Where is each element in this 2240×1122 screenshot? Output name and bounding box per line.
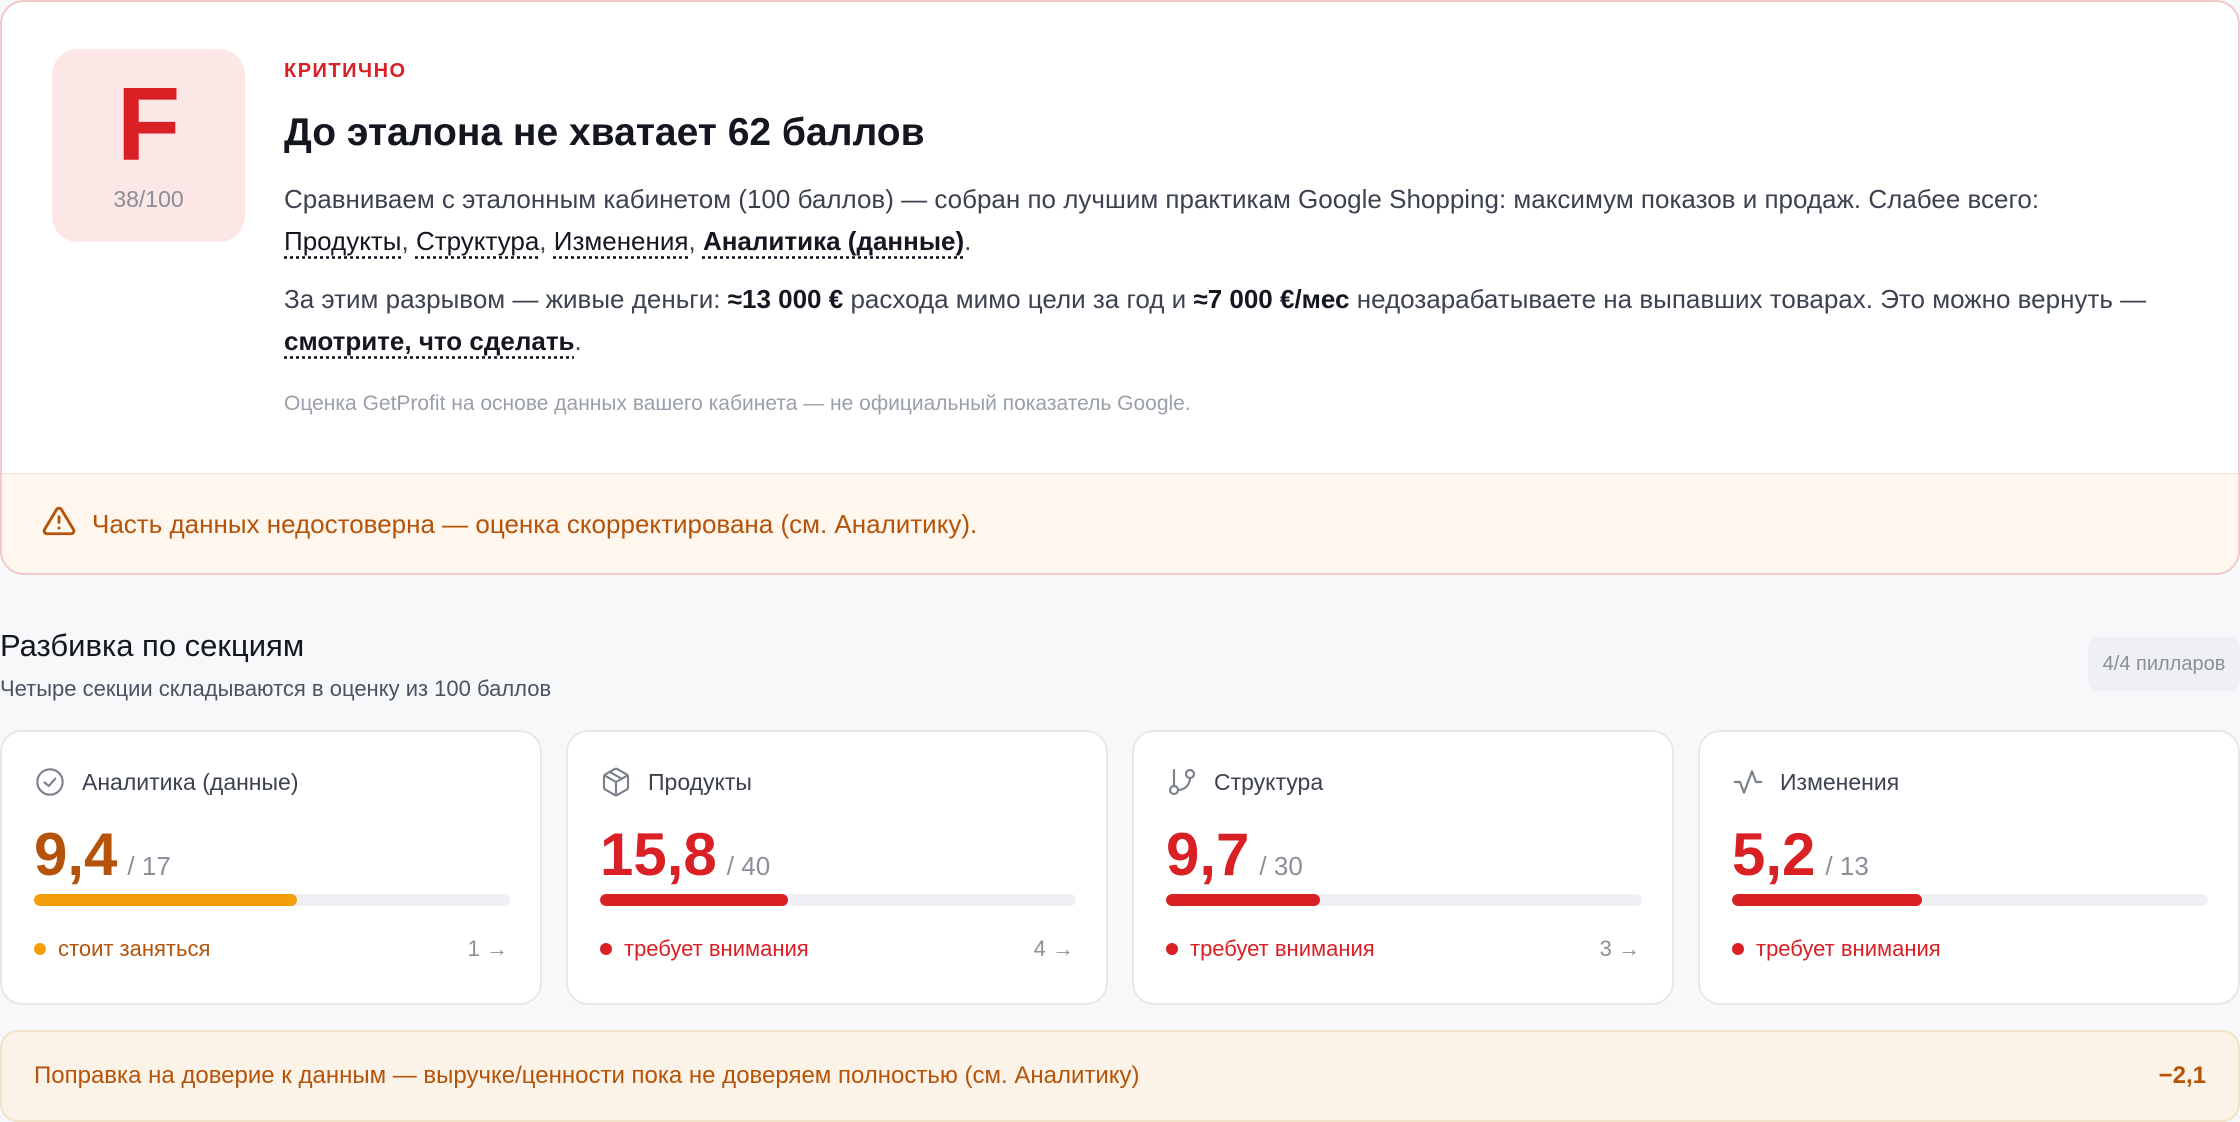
disclaimer: Оценка GetProfit на основе данных вашего…: [284, 392, 1191, 415]
card-max: / 40: [726, 851, 771, 881]
comparison-text: Сравниваем с эталонным кабинетом (100 ба…: [284, 184, 2040, 214]
grade-badge: F 38/100: [52, 49, 245, 242]
issues-count-link[interactable]: 4 →: [1034, 936, 1074, 962]
card-title: Структура: [1214, 768, 1324, 795]
pillar-card-products[interactable]: Продукты 15,8 / 40 требует внимания 4 →: [566, 730, 1108, 1005]
card-status: требует внимания: [600, 936, 809, 962]
pillars-badge: 4/4 пилларов: [2088, 637, 2240, 691]
money-lost-value: ≈7 000 €/мес: [1193, 284, 1350, 314]
breakdown-subtitle: Четыре секции складываются в оценку из 1…: [0, 676, 552, 701]
status-dot: [1166, 943, 1178, 955]
score-summary-card: F 38/100 КРИТИЧНО До эталона не хватает …: [0, 0, 2240, 575]
progress-bar: [1166, 894, 1642, 906]
weak-link-products[interactable]: Продукты: [284, 226, 401, 256]
card-header: Аналитика (данные): [34, 764, 299, 800]
grade-letter: F: [116, 67, 181, 183]
card-header: Продукты: [600, 764, 752, 800]
money-paragraph: За этим разрывом — живые деньги: ≈13 000…: [284, 284, 2147, 356]
breakdown-title: Разбивка по секциям: [0, 628, 305, 663]
card-value: 15,8: [600, 821, 717, 888]
status-dot: [1732, 943, 1744, 955]
severity-label: КРИТИЧНО: [284, 60, 407, 82]
warning-triangle-icon: [42, 506, 76, 536]
trust-adjustment-banner: Поправка на доверие к данным — выручке/ц…: [0, 1030, 2240, 1122]
card-status: требует внимания: [1166, 936, 1375, 962]
card-value: 5,2: [1732, 821, 1816, 888]
money-mid: расхода мимо цели за год и: [850, 284, 1187, 314]
card-max: / 13: [1825, 851, 1869, 881]
adjustment-value: −2,1: [2158, 1062, 2206, 1089]
data-warning-text: Часть данных недостоверна — оценка скорр…: [92, 509, 978, 539]
status-text: требует внимания: [1756, 936, 1941, 961]
money-prefix: За этим разрывом — живые деньги:: [284, 284, 721, 314]
data-warning-banner: Часть данных недостоверна — оценка скорр…: [2, 473, 2238, 573]
status-dot: [34, 943, 46, 955]
pillar-cards: Аналитика (данные) 9,4 / 17 стоит занять…: [0, 730, 2240, 1005]
status-text: требует внимания: [624, 936, 809, 961]
grade-score: 38/100: [113, 186, 184, 212]
progress-bar: [34, 894, 510, 906]
progress-bar: [600, 894, 1076, 906]
pillar-card-structure[interactable]: Структура 9,7 / 30 требует внимания 3 →: [1132, 730, 1674, 1005]
card-status: требует внимания: [1732, 936, 1941, 962]
score-headline: До эталона не хватает 62 баллов: [284, 111, 925, 154]
card-score: 9,4 / 17: [34, 820, 171, 890]
weak-link-structure[interactable]: Структура: [416, 226, 539, 256]
status-text: стоит заняться: [58, 936, 211, 961]
card-score: 9,7 / 30: [1166, 820, 1303, 890]
card-title: Изменения: [1780, 768, 1900, 795]
card-max: / 30: [1259, 851, 1303, 881]
money-suffix: недозарабатываете на выпавших товарах. Э…: [1356, 284, 2147, 314]
card-value: 9,7: [1166, 821, 1250, 888]
card-score: 5,2 / 13: [1732, 820, 1869, 890]
progress-fill: [34, 894, 298, 906]
progress-fill: [600, 894, 789, 906]
issues-count-link[interactable]: 1 →: [468, 936, 508, 962]
pillar-card-changes[interactable]: Изменения 5,2 / 13 требует внимания: [1698, 730, 2240, 1005]
adjustment-text: Поправка на доверие к данным — выручке/ц…: [34, 1062, 1140, 1089]
progress-fill: [1732, 894, 1923, 906]
money-spend-value: ≈13 000 €: [727, 284, 844, 314]
activity-icon: [1733, 770, 1763, 794]
comparison-paragraph: Сравниваем с эталонным кабинетом (100 ба…: [284, 184, 2040, 256]
card-max: / 17: [127, 851, 171, 881]
card-header: Структура: [1166, 764, 1323, 800]
card-status: стоит заняться: [34, 936, 210, 962]
card-score: 15,8 / 40: [600, 820, 770, 890]
action-link[interactable]: смотрите, что сделать: [284, 326, 575, 356]
progress-bar: [1732, 894, 2208, 906]
card-title: Продукты: [648, 768, 752, 795]
progress-fill: [1166, 894, 1320, 906]
card-value: 9,4: [34, 821, 118, 888]
status-dot: [600, 943, 612, 955]
pillar-card-analytics[interactable]: Аналитика (данные) 9,4 / 17 стоит занять…: [0, 730, 542, 1005]
git-branch-icon: [1168, 768, 1196, 796]
card-header: Изменения: [1732, 764, 1899, 800]
issues-count-link[interactable]: 3 →: [1600, 936, 1640, 962]
weak-link-changes[interactable]: Изменения: [554, 226, 689, 256]
card-title: Аналитика (данные): [82, 768, 299, 795]
status-text: требует внимания: [1190, 936, 1375, 961]
check-circle-icon: [36, 768, 64, 796]
weak-link-analytics[interactable]: Аналитика (данные): [703, 226, 964, 256]
box-icon: [602, 767, 630, 797]
